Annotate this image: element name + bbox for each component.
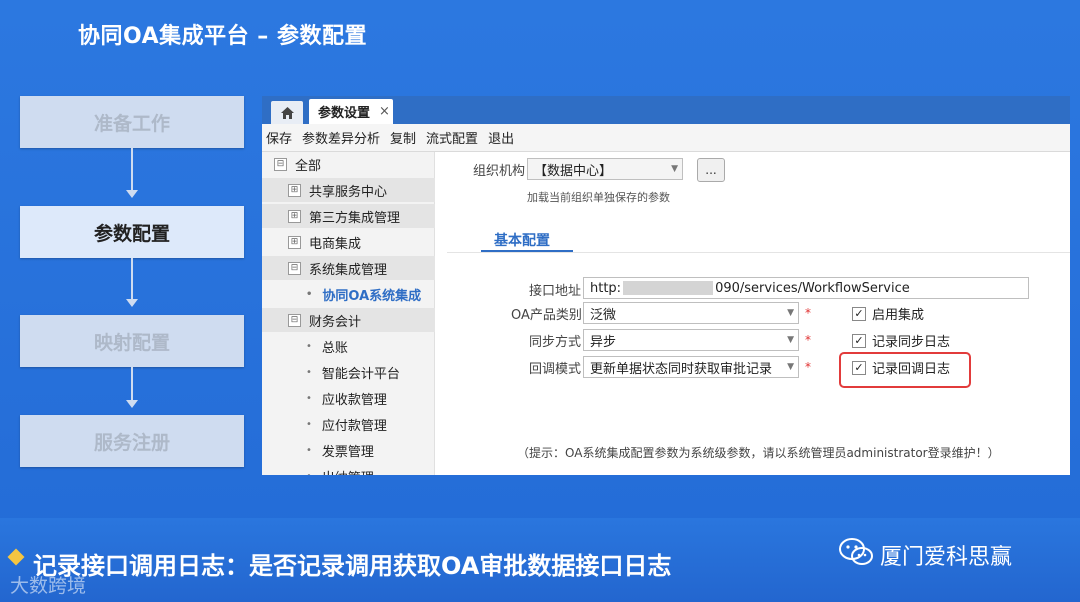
param-diff-button[interactable]: 参数差异分析 xyxy=(302,128,380,147)
tree-item-finance[interactable]: ⊟ 财务会计 xyxy=(262,308,460,332)
step-prepare[interactable]: 准备工作 xyxy=(20,96,244,148)
flow-arrow-head xyxy=(126,400,138,408)
callback-mode-value: 更新单据状态同时获取审批记录 xyxy=(590,361,773,377)
sync-mode-value: 异步 xyxy=(590,334,617,350)
oa-type-value: 泛微 xyxy=(590,307,617,323)
close-icon[interactable]: × xyxy=(379,104,390,119)
settings-panel: 组织机构 【数据中心】 ▼ ... 加载当前组织单独保存的参数 基本配置 接口地… xyxy=(435,152,1070,475)
home-tab[interactable] xyxy=(271,101,303,124)
tab-label: 参数设置 xyxy=(318,106,371,121)
chevron-down-icon: ▼ xyxy=(787,362,794,372)
oa-type-label: OA产品类别 xyxy=(511,308,582,323)
exit-button[interactable]: 退出 xyxy=(488,128,514,147)
redacted-host xyxy=(623,281,714,295)
bullet-icon: • xyxy=(306,366,312,378)
slide-title: 协同OA集成平台 – 参数配置 xyxy=(78,24,367,49)
tree-item-label: 电商集成 xyxy=(309,236,362,252)
endpoint-label: 接口地址 xyxy=(529,284,582,299)
collapse-icon[interactable]: ⊟ xyxy=(288,313,301,327)
step-service-register[interactable]: 服务注册 xyxy=(20,415,244,467)
tree-item-label: 全部 xyxy=(295,158,322,174)
sync-mode-label: 同步方式 xyxy=(529,335,582,350)
home-icon xyxy=(280,106,294,119)
chevron-down-icon: ▼ xyxy=(787,308,794,318)
chevron-down-icon: ▼ xyxy=(671,164,678,174)
flow-arrow xyxy=(131,148,133,190)
nav-tree: ⊟ 全部 ⊞ 共享服务中心 ⊞ 第三方集成管理 ⊞ 电商集成 ⊟ 系统集成管理 … xyxy=(262,152,460,476)
collapse-icon[interactable]: ⊟ xyxy=(274,157,287,171)
expand-icon[interactable]: ⊞ xyxy=(288,235,301,249)
highlight-box xyxy=(839,352,971,388)
tree-item-label: 第三方集成管理 xyxy=(309,210,401,226)
tree-item-label: 协同OA系统集成 xyxy=(322,288,422,304)
oa-type-select[interactable]: 泛微 ▼ xyxy=(583,302,799,324)
check-icon: ✓ xyxy=(852,333,866,348)
checkbox-label: 启用集成 xyxy=(872,308,925,323)
admin-notice: （提示：OA系统集成配置参数为系统级参数，请以系统管理员administrato… xyxy=(517,446,1000,460)
tree-item-label: 总账 xyxy=(321,340,348,356)
check-icon: ✓ xyxy=(852,306,866,321)
tree-item-all[interactable]: ⊟ 全部 xyxy=(262,152,446,176)
step-param-config[interactable]: 参数配置 xyxy=(20,206,244,258)
step-mapping-config[interactable]: 映射配置 xyxy=(20,315,244,367)
endpoint-prefix: http: xyxy=(590,280,622,296)
tab-param-settings[interactable]: 参数设置 × xyxy=(309,99,393,124)
org-label: 组织机构 xyxy=(473,164,526,179)
callback-mode-select[interactable]: 更新单据状态同时获取审批记录 ▼ xyxy=(583,356,799,378)
app-window: 参数设置 × 保存 参数差异分析 复制 流式配置 退出 ⊟ 全部 ⊞ 共享服务中… xyxy=(262,96,1070,475)
save-button[interactable]: 保存 xyxy=(266,128,292,147)
wechat-icon xyxy=(839,538,873,565)
tree-item-label: 系统集成管理 xyxy=(309,262,388,278)
enable-integration-checkbox[interactable]: ✓ 启用集成 xyxy=(852,304,924,323)
footer-caption: 记录接口调用日志：是否记录调用获取OA审批数据接口日志 xyxy=(33,552,672,580)
tree-item-label: 发票管理 xyxy=(321,444,374,460)
tree-item-label: 智能会计平台 xyxy=(321,366,400,382)
tree-item-system-integration[interactable]: ⊟ 系统集成管理 xyxy=(262,256,460,280)
bullet-icon: • xyxy=(306,288,313,300)
tree-item-label: 应收款管理 xyxy=(321,392,387,408)
flow-config-button[interactable]: 流式配置 xyxy=(426,128,478,147)
bullet-icon: • xyxy=(306,418,312,430)
active-tab-indicator xyxy=(481,250,573,252)
tree-item-ecommerce[interactable]: ⊞ 电商集成 xyxy=(262,230,460,254)
flow-arrow xyxy=(131,258,133,299)
tab-basic-config[interactable]: 基本配置 xyxy=(494,230,550,250)
flow-arrow xyxy=(131,367,133,400)
endpoint-input[interactable]: http: 090/services/WorkflowService xyxy=(583,277,1029,299)
org-value: 【数据中心】 xyxy=(534,163,613,179)
tree-item-third-party[interactable]: ⊞ 第三方集成管理 xyxy=(262,204,460,228)
chevron-down-icon: ▼ xyxy=(787,335,794,345)
bullet-icon: • xyxy=(306,392,312,404)
required-mark: * xyxy=(805,360,811,374)
flow-arrow-head xyxy=(126,299,138,307)
tree-item-label: 共享服务中心 xyxy=(309,184,388,200)
flow-arrow-head xyxy=(126,190,138,198)
watermark: 大数跨境 xyxy=(10,575,87,597)
collapse-icon[interactable]: ⊟ xyxy=(288,261,301,275)
org-select[interactable]: 【数据中心】 ▼ xyxy=(527,158,683,180)
bullet-icon: • xyxy=(306,471,312,476)
sync-mode-select[interactable]: 异步 ▼ xyxy=(583,329,799,351)
tree-item-shared-service[interactable]: ⊞ 共享服务中心 xyxy=(262,178,460,202)
expand-icon[interactable]: ⊞ xyxy=(288,183,301,197)
org-hint: 加载当前组织单独保存的参数 xyxy=(527,191,670,204)
section-divider xyxy=(447,252,1070,253)
required-mark: * xyxy=(805,333,811,347)
checkbox-label: 记录同步日志 xyxy=(872,335,951,350)
sync-log-checkbox[interactable]: ✓ 记录同步日志 xyxy=(852,331,950,350)
required-mark: * xyxy=(805,306,811,320)
callback-mode-label: 回调模式 xyxy=(529,362,582,377)
toolbar: 保存 参数差异分析 复制 流式配置 退出 xyxy=(262,124,1070,152)
bullet-icon: • xyxy=(306,340,312,352)
tree-item-label: 财务会计 xyxy=(309,314,362,330)
endpoint-suffix: 090/services/WorkflowService xyxy=(715,280,910,296)
org-picker-button[interactable]: ... xyxy=(697,158,725,182)
tab-bar: 参数设置 × xyxy=(262,96,1070,124)
tree-item-label: 应付款管理 xyxy=(321,418,387,434)
copy-button[interactable]: 复制 xyxy=(390,128,416,147)
bullet-icon: • xyxy=(306,444,312,456)
brand-name: 厦门爱科思赢 xyxy=(880,545,1013,570)
expand-icon[interactable]: ⊞ xyxy=(288,209,301,223)
tree-item-label: 出纳管理 xyxy=(322,467,374,476)
